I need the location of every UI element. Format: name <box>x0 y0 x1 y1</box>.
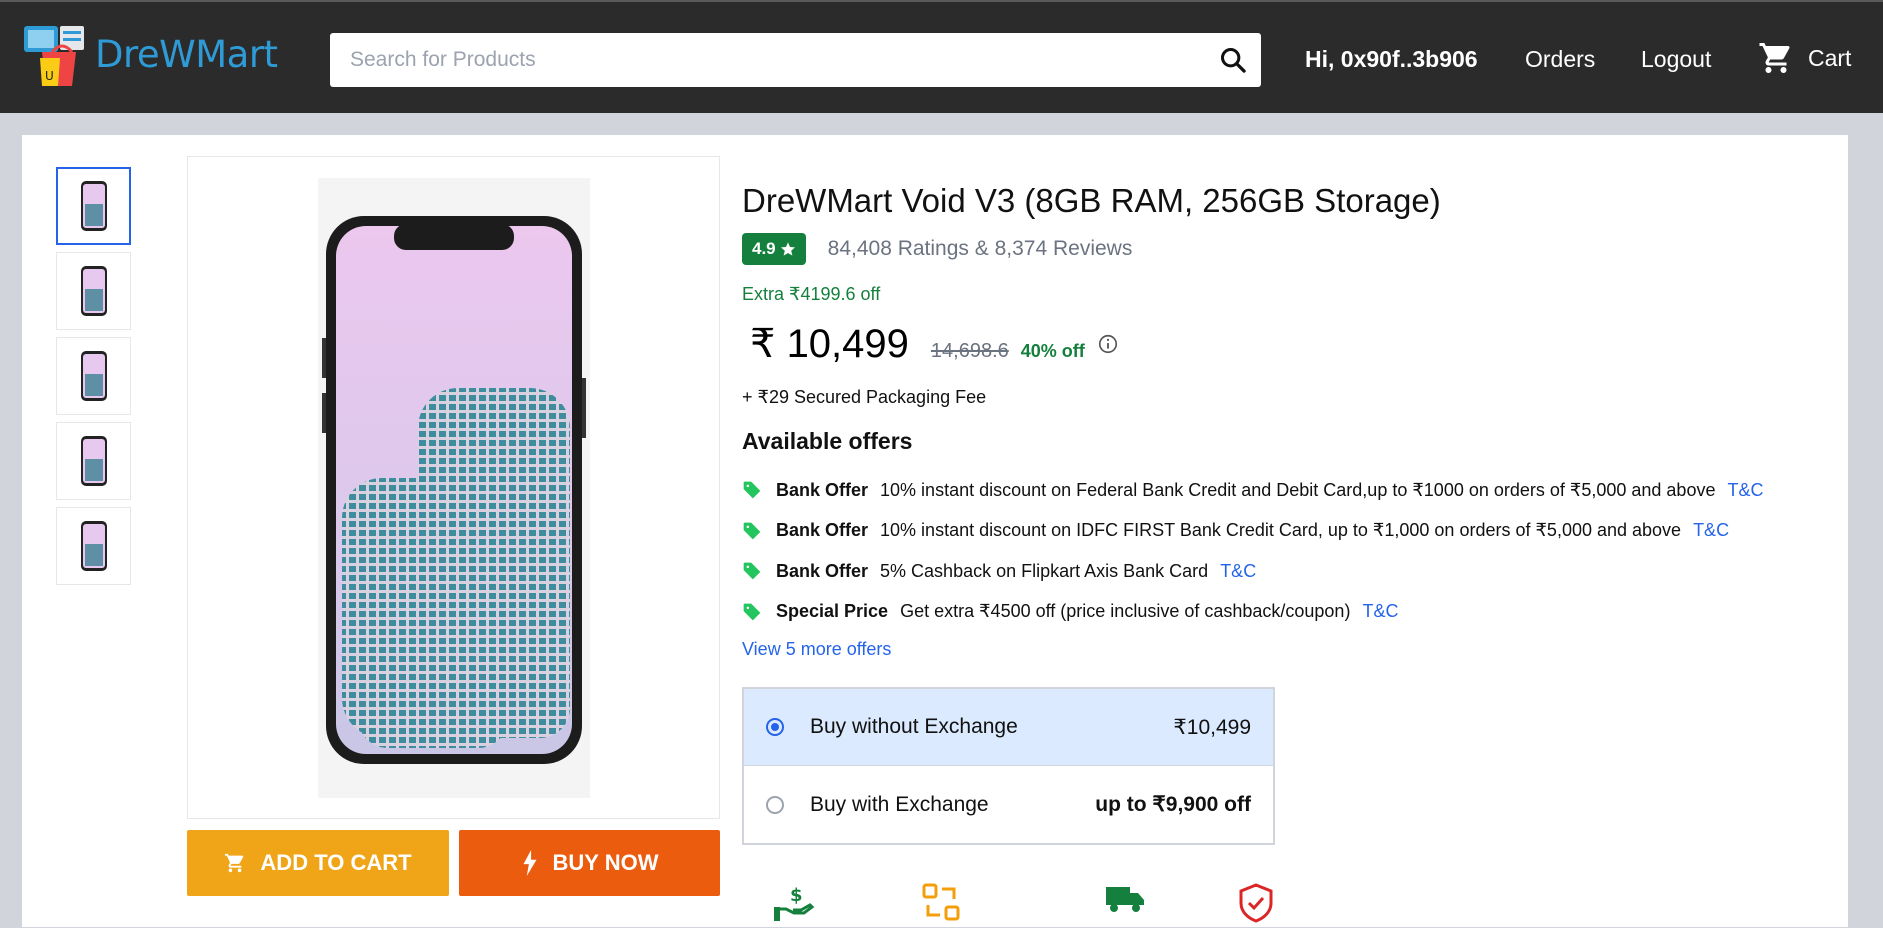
original-price: 14,698.6 <box>930 340 1009 362</box>
offers-heading: Available offers <box>742 428 913 454</box>
cart-label: Cart <box>1808 44 1852 71</box>
cash-hand-icon: $ <box>772 883 816 928</box>
search-input[interactable] <box>330 33 1205 87</box>
offer-item: Special Price Get extra ₹4500 off (price… <box>742 592 1763 633</box>
exchange-option-label: Buy without Exchange <box>810 715 1018 738</box>
exchange-option-value: up to ₹9,900 off <box>1095 793 1251 816</box>
offer-text: 5% Cashback on Flipkart Axis Bank Card <box>880 560 1209 581</box>
offer-tag-icon <box>743 562 761 580</box>
rating-value: 4.9 <box>752 239 776 258</box>
exchange-option-value: ₹10,499 <box>1173 715 1251 739</box>
search-icon[interactable] <box>1205 33 1261 87</box>
view-more-offers-link[interactable]: View 5 more offers <box>742 639 891 660</box>
delivery-truck-icon <box>1106 883 1146 920</box>
offer-text: 10% instant discount on Federal Bank Cre… <box>880 479 1716 500</box>
offer-type: Special Price <box>776 601 889 622</box>
cart-icon <box>1759 43 1790 73</box>
offer-text: Get extra ₹4500 off (price inclusive of … <box>900 601 1351 622</box>
add-to-cart-button[interactable]: ADD TO CART <box>187 830 449 896</box>
buy-without-exchange-option[interactable]: Buy without Exchange ₹10,499 <box>744 689 1273 766</box>
thumbnail[interactable] <box>56 252 131 330</box>
price-row: ₹ 10,499 14,698.6 40% off <box>742 321 1119 367</box>
offer-item: Bank Offer 10% instant discount on Feder… <box>742 470 1763 511</box>
offer-item: Bank Offer 10% instant discount on IDFC … <box>742 511 1763 552</box>
offer-type: Bank Offer <box>776 520 869 541</box>
offer-tag-icon <box>743 522 761 540</box>
logout-link[interactable]: Logout <box>1641 46 1711 73</box>
exchange-icon <box>922 883 960 926</box>
offer-item: Bank Offer 5% Cashback on Flipkart Axis … <box>742 551 1763 592</box>
user-greeting[interactable]: Hi, 0x90f..3b906 <box>1305 46 1478 73</box>
product-image[interactable] <box>187 156 720 819</box>
radio-unselected[interactable] <box>766 795 784 814</box>
cart-link[interactable]: Cart <box>1758 40 1851 76</box>
product-panel: ADD TO CART BUY NOW DreWMart Void V3 (8G… <box>22 135 1848 927</box>
offer-tnc-link[interactable]: T&C <box>1362 601 1398 622</box>
offer-tnc-link[interactable]: T&C <box>1727 480 1763 501</box>
logo[interactable]: U DreWMart <box>22 22 292 90</box>
top-header: U DreWMart Hi, 0x90f..3b906 Orders Logou… <box>0 0 1883 113</box>
search-bar <box>330 33 1261 87</box>
buy-now-button[interactable]: BUY NOW <box>459 830 720 896</box>
logo-text: DreWMart <box>95 33 278 76</box>
selling-price: ₹ 10,499 <box>750 322 909 366</box>
svg-text:$: $ <box>790 885 803 906</box>
offer-type: Bank Offer <box>776 560 869 581</box>
thumbnail[interactable] <box>56 167 131 245</box>
offer-tnc-link[interactable]: T&C <box>1693 520 1729 541</box>
exchange-options: Buy without Exchange ₹10,499 Buy with Ex… <box>742 687 1275 845</box>
shield-check-icon <box>1238 883 1274 928</box>
offer-type: Bank Offer <box>776 479 869 500</box>
cart-icon <box>225 853 244 873</box>
offer-tnc-link[interactable]: T&C <box>1220 561 1256 582</box>
buy-now-label: BUY NOW <box>552 850 659 875</box>
rating-row: 4.9 84,408 Ratings & 8,374 Reviews <box>742 233 1132 265</box>
offers-list: Bank Offer 10% instant discount on Feder… <box>742 470 1763 632</box>
add-to-cart-label: ADD TO CART <box>260 850 412 875</box>
rating-badge: 4.9 <box>742 233 806 265</box>
svg-text:U: U <box>45 69 54 83</box>
product-title: DreWMart Void V3 (8GB RAM, 256GB Storage… <box>742 182 1441 219</box>
exchange-option-label: Buy with Exchange <box>810 792 989 816</box>
thumbnail[interactable] <box>56 422 131 500</box>
star-icon <box>780 242 795 256</box>
buy-with-exchange-option[interactable]: Buy with Exchange up to ₹9,900 off <box>744 766 1273 843</box>
radio-selected[interactable] <box>766 718 784 736</box>
info-icon[interactable] <box>1097 333 1119 355</box>
offer-tag-icon <box>743 603 761 621</box>
packaging-fee: + ₹29 Secured Packaging Fee <box>742 387 987 407</box>
discount-percent: 40% off <box>1020 341 1085 361</box>
shopping-bag-logo-icon: U <box>24 26 84 86</box>
ratings-reviews-count: 84,408 Ratings & 8,374 Reviews <box>827 237 1133 260</box>
offer-tag-icon <box>743 481 761 499</box>
thumbnail-list <box>56 167 131 592</box>
extra-off-label: Extra ₹4199.6 off <box>742 284 881 304</box>
offer-text: 10% instant discount on IDFC FIRST Bank … <box>880 520 1682 541</box>
orders-link[interactable]: Orders <box>1525 46 1595 73</box>
thumbnail[interactable] <box>56 507 131 585</box>
lightning-icon <box>523 850 537 876</box>
thumbnail[interactable] <box>56 337 131 415</box>
